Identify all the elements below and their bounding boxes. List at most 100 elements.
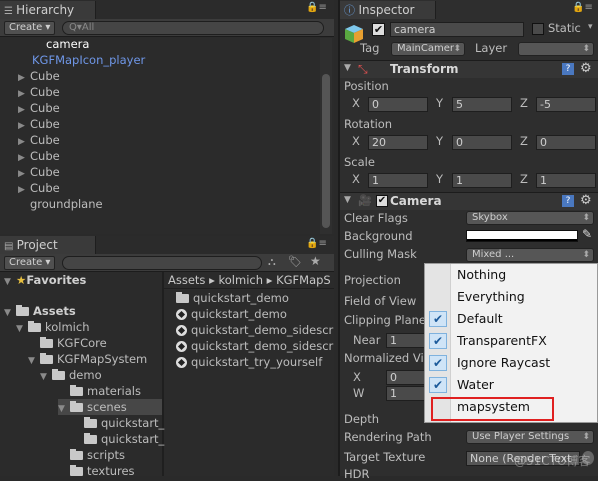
project-file-item[interactable]: quickstart_demo_sidescr bbox=[176, 338, 333, 354]
panel-lock-icon[interactable]: 🔒≡ bbox=[306, 2, 327, 13]
active-checkbox[interactable]: ✔ bbox=[372, 23, 385, 36]
viewport-w-label: W bbox=[353, 386, 365, 400]
project-tree-item[interactable]: quickstart_ bbox=[72, 431, 164, 447]
background-label: Background bbox=[344, 229, 413, 243]
inspector-tab[interactable]: ⓘ Inspector bbox=[340, 1, 436, 19]
project-file-item[interactable]: quickstart_demo bbox=[176, 290, 289, 306]
project-tree-item[interactable]: ▼ demo bbox=[40, 367, 102, 383]
project-panel: ▤ Project 🔒≡ Create ▾ ⛬ 🏷 ★ ▼ ★Favorites … bbox=[0, 236, 334, 479]
rotation-label: Rotation bbox=[344, 117, 393, 131]
position-z-input[interactable]: -5 bbox=[536, 97, 596, 112]
gear-icon[interactable]: ⚙ bbox=[580, 61, 592, 76]
scale-y-input[interactable]: 1 bbox=[452, 173, 512, 188]
hierarchy-toolbar: Create ▾ Q▾All bbox=[0, 19, 334, 37]
hierarchy-item-label: Cube bbox=[30, 165, 60, 179]
tag-select[interactable]: MainCamer bbox=[391, 42, 465, 56]
hierarchy-item[interactable]: ▶ Cube bbox=[18, 132, 318, 148]
position-y-input[interactable]: 5 bbox=[452, 97, 512, 112]
viewport-w-input[interactable]: 1 bbox=[386, 386, 426, 401]
project-tree-item[interactable]: ▼ KGFMapSystem bbox=[28, 351, 147, 367]
culling-mask-option-label: Default bbox=[457, 311, 503, 326]
assets-header[interactable]: ▼ Assets bbox=[4, 303, 76, 319]
filter-label-icon[interactable]: 🏷 bbox=[288, 255, 302, 268]
culling-mask-option[interactable]: ✔ Ignore Raycast bbox=[425, 352, 597, 374]
project-tree-label: KGFCore bbox=[57, 336, 107, 350]
culling-mask-option[interactable]: ✔ Default bbox=[425, 308, 597, 330]
camera-icon: 🎥 bbox=[358, 194, 372, 207]
object-name-input[interactable]: camera bbox=[390, 22, 524, 37]
camera-header[interactable]: ▼ 🎥 ✔ Camera ? ⚙ bbox=[340, 192, 598, 210]
culling-mask-option[interactable]: ✔ Water bbox=[425, 374, 597, 396]
rotation-y-input[interactable]: 0 bbox=[452, 135, 512, 150]
rendering-path-select[interactable]: Use Player Settings bbox=[466, 430, 594, 444]
eyedropper-icon[interactable]: ✎ bbox=[582, 227, 592, 241]
folder-icon bbox=[176, 292, 189, 303]
help-icon[interactable]: ? bbox=[562, 195, 574, 207]
hierarchy-item-label: Cube bbox=[30, 181, 60, 195]
position-x-input[interactable]: 0 bbox=[368, 97, 428, 112]
hierarchy-tab[interactable]: ☰ Hierarchy bbox=[0, 1, 96, 19]
folder-icon bbox=[84, 417, 97, 428]
scale-x-input[interactable]: 1 bbox=[368, 173, 428, 188]
project-tab[interactable]: ▤ Project bbox=[0, 236, 96, 254]
hierarchy-item[interactable]: ▶ Cube bbox=[18, 116, 318, 132]
transform-header[interactable]: ▼ ⤡ Transform ? ⚙ bbox=[340, 60, 598, 78]
project-file-item[interactable]: quickstart_demo_sidescr bbox=[176, 322, 333, 338]
static-dropdown-icon[interactable]: ▾ bbox=[588, 22, 593, 32]
project-tree-item[interactable]: ▼ kolmich bbox=[16, 319, 90, 335]
near-label: Near bbox=[353, 333, 381, 347]
culling-mask-select[interactable]: Mixed ... bbox=[466, 248, 594, 262]
layer-select[interactable] bbox=[518, 42, 594, 56]
hierarchy-item[interactable]: ▶ Cube bbox=[18, 68, 318, 84]
favorite-star-icon[interactable]: ★ bbox=[310, 254, 321, 268]
hierarchy-item[interactable]: ▶ Cube bbox=[18, 84, 318, 100]
target-texture-label: Target Texture bbox=[344, 450, 426, 464]
scale-label: Scale bbox=[344, 155, 375, 169]
rendering-path-label: Rendering Path bbox=[344, 430, 432, 444]
hierarchy-item[interactable]: groundplane bbox=[18, 196, 318, 212]
hierarchy-item-label: Cube bbox=[30, 133, 60, 147]
project-tree-item[interactable]: ▼ scenes bbox=[58, 399, 162, 415]
rotation-z-input[interactable]: 0 bbox=[536, 135, 596, 150]
culling-mask-option[interactable]: Everything bbox=[425, 286, 597, 308]
rotation-x-input[interactable]: 20 bbox=[368, 135, 428, 150]
help-icon[interactable]: ? bbox=[562, 63, 574, 75]
project-create-button[interactable]: Create ▾ bbox=[4, 256, 56, 270]
inspector-lock-icon[interactable]: 🔒≡ bbox=[572, 2, 593, 13]
culling-mask-option[interactable]: ✔ TransparentFX bbox=[425, 330, 597, 352]
hierarchy-item[interactable]: ▶ Cube bbox=[18, 148, 318, 164]
position-y-label: Y bbox=[436, 96, 444, 110]
foldout-arrow-icon[interactable]: ▼ bbox=[344, 63, 351, 73]
project-tree-item[interactable]: textures bbox=[58, 463, 135, 479]
project-tree-item[interactable]: scripts bbox=[58, 447, 125, 463]
filter-type-icon[interactable]: ⛬ bbox=[268, 255, 276, 269]
hierarchy-item[interactable]: ▶ Cube bbox=[18, 100, 318, 116]
hierarchy-item[interactable]: KGFMapIcon_player bbox=[4, 52, 304, 68]
project-breadcrumb[interactable]: Assets ▸ kolmich ▸ KGFMapS bbox=[168, 272, 331, 288]
culling-mask-option[interactable]: Nothing bbox=[425, 264, 597, 286]
project-lock-icon[interactable]: 🔒≡ bbox=[306, 238, 327, 249]
hierarchy-item[interactable]: ▶ Cube bbox=[18, 164, 318, 180]
favorites-header[interactable]: ▼ ★Favorites bbox=[4, 272, 86, 288]
hierarchy-item[interactable]: ▶ Cube bbox=[18, 180, 318, 196]
project-tree-item[interactable]: materials bbox=[58, 383, 141, 399]
project-search-input[interactable] bbox=[62, 256, 262, 270]
hierarchy-item-label: Cube bbox=[30, 69, 60, 83]
camera-enabled-checkbox[interactable]: ✔ bbox=[376, 195, 388, 207]
static-checkbox[interactable] bbox=[532, 23, 544, 35]
hierarchy-scrollbar[interactable] bbox=[320, 38, 332, 234]
scale-z-input[interactable]: 1 bbox=[536, 173, 596, 188]
project-tree-item[interactable]: KGFCore bbox=[28, 335, 107, 351]
hierarchy-create-button[interactable]: Create ▾ bbox=[4, 21, 56, 35]
near-input[interactable]: 1 bbox=[386, 333, 426, 348]
background-color-swatch[interactable] bbox=[466, 230, 578, 242]
clear-flags-select[interactable]: Skybox bbox=[466, 211, 594, 225]
project-file-item[interactable]: quickstart_try_yourself bbox=[176, 354, 322, 370]
gear-icon[interactable]: ⚙ bbox=[580, 193, 592, 208]
project-tree-item[interactable]: quickstart_ bbox=[72, 415, 164, 431]
foldout-arrow-icon[interactable]: ▼ bbox=[344, 195, 351, 205]
project-file-item[interactable]: quickstart_demo bbox=[176, 306, 287, 322]
hierarchy-item[interactable]: camera bbox=[4, 36, 304, 52]
hierarchy-search-input[interactable]: Q▾All bbox=[62, 21, 324, 35]
viewport-x-input[interactable]: 0 bbox=[386, 370, 426, 385]
